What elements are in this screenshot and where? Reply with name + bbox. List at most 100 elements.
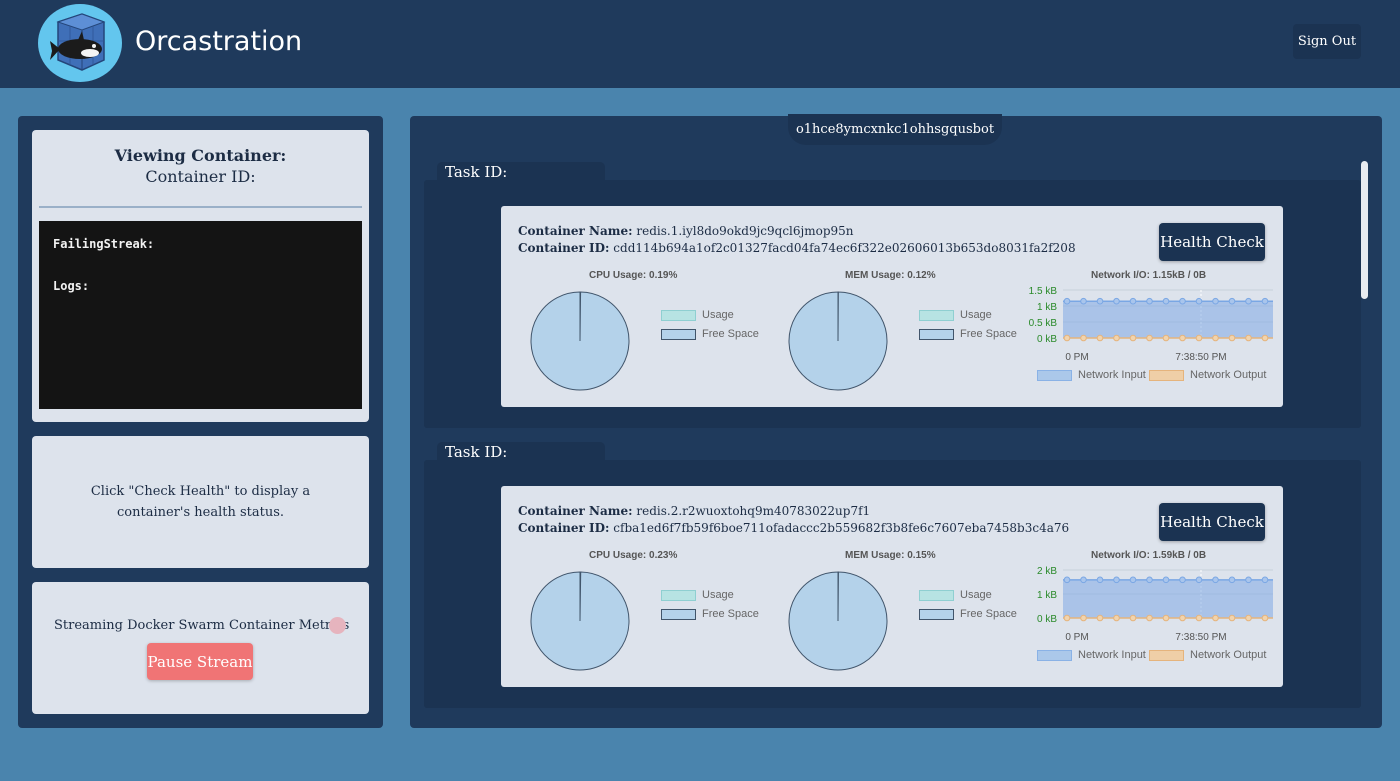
network-output-point [1063, 614, 1071, 622]
health-check-button[interactable]: Health Check [1159, 223, 1265, 261]
legend-network-input-label: Network Input [1078, 369, 1146, 381]
legend-network-output: Network Output [1149, 649, 1266, 661]
legend-swatch-free [919, 608, 954, 620]
viewing-container-card: Viewing Container: Container ID: Failing… [32, 130, 369, 422]
network-input-point [1212, 576, 1219, 584]
network-output-point [1228, 334, 1236, 342]
network-output-point [1195, 614, 1203, 622]
health-message: Click "Check Health" to display a contai… [90, 484, 311, 520]
task-panel: Container Name: redis.2.r2wuoxtohq9m4078… [424, 460, 1361, 708]
legend-usage-label: Usage [702, 589, 734, 601]
orca-logo-icon [38, 4, 122, 82]
network-input-point [1113, 297, 1120, 305]
terminal-line-logs: Logs: [53, 279, 90, 293]
network-input-point [1096, 297, 1104, 305]
legend-usage-label: Usage [960, 309, 992, 321]
container-id-value: cfba1ed6f7fb59f6boe711ofadaccc2b559682f3… [613, 521, 1070, 535]
network-input-area [1063, 579, 1273, 618]
y-tick-label: 1 kB [1037, 590, 1057, 601]
viewing-container-title: Viewing Container: [114, 146, 287, 165]
top-navbar: Orcastration Sign Out [0, 0, 1400, 88]
container-metrics-card: Container Name: redis.1.iyl8do9okd9jc9qc… [501, 206, 1283, 407]
stream-status-indicator [329, 617, 346, 634]
container-metrics-card: Container Name: redis.2.r2wuoxtohq9m4078… [501, 486, 1283, 687]
network-input-point [1129, 576, 1137, 584]
network-io-chart: 1.5 kB 1 kB 0.5 kB 0 kB 0 PM 7:38:50 PM [1029, 286, 1273, 363]
legend-network-input-label: Network Input [1078, 649, 1146, 661]
pie-slice-free-space [530, 291, 630, 391]
network-input-point [1146, 576, 1153, 584]
legend-usage: Usage [919, 309, 992, 321]
network-output-point [1113, 614, 1120, 622]
legend-network-output: Network Output [1149, 369, 1266, 381]
task-panel: Container Name: redis.1.iyl8do9okd9jc9qc… [424, 180, 1361, 428]
network-output-point [1129, 334, 1137, 342]
x-tick-label: 0 PM [1065, 632, 1088, 643]
network-input-point [1162, 297, 1170, 305]
health-check-button[interactable]: Health Check [1159, 503, 1265, 541]
network-input-point [1245, 297, 1252, 305]
network-output-point [1245, 334, 1252, 342]
cpu-usage-title: CPU Usage: 0.23% [589, 550, 678, 561]
y-tick-label: 0.5 kB [1029, 318, 1058, 329]
legend-free-space: Free Space [661, 608, 759, 620]
y-tick-label: 0 kB [1037, 334, 1057, 345]
network-input-point [1195, 297, 1203, 305]
stream-label: Streaming Docker Swarm Container Metrics [54, 618, 350, 633]
legend-swatch-free [661, 328, 696, 340]
container-name-value: redis.2.r2wuoxtohq9m40783022up7f1 [636, 504, 871, 518]
legend-usage: Usage [661, 589, 734, 601]
y-tick-label: 1.5 kB [1029, 286, 1058, 297]
network-output-point [1245, 614, 1252, 622]
y-tick-label: 0 kB [1037, 614, 1057, 625]
network-output-point [1162, 614, 1170, 622]
network-output-point [1096, 614, 1104, 622]
container-id-label: Container ID: [518, 241, 610, 255]
legend-free-label: Free Space [702, 608, 759, 620]
legend-network-input: Network Input [1037, 649, 1146, 661]
network-output-point [1195, 334, 1203, 342]
network-input-point [1245, 576, 1252, 584]
legend-swatch-usage [661, 309, 696, 321]
network-input-point [1113, 576, 1120, 584]
network-output-point [1096, 334, 1104, 342]
mem-usage-title: MEM Usage: 0.15% [845, 550, 936, 561]
sign-out-button[interactable]: Sign Out [1293, 24, 1361, 59]
container-name-line: Container Name: redis.1.iyl8do9okd9jc9qc… [518, 224, 854, 238]
x-tick-label: 7:38:50 PM [1175, 632, 1226, 643]
container-id-line: Container ID: cfba1ed6f7fb59f6boe711ofad… [518, 521, 1069, 535]
network-input-point [1096, 576, 1104, 584]
legend-usage: Usage [919, 589, 992, 601]
legend-swatch-network-output [1149, 649, 1184, 661]
divider [39, 206, 362, 208]
network-output-point [1146, 614, 1153, 622]
container-name-label: Container Name: [518, 224, 633, 238]
legend-swatch-network-input [1037, 369, 1072, 381]
legend-swatch-usage [919, 309, 954, 321]
pause-stream-button[interactable]: Pause Stream [147, 643, 253, 680]
network-output-point [1179, 334, 1186, 342]
network-input-point [1261, 297, 1269, 305]
pie-slice-free-space [530, 571, 630, 671]
legend-usage-label: Usage [702, 309, 734, 321]
legend-swatch-usage [661, 589, 696, 601]
scrollbar-thumb[interactable] [1361, 161, 1368, 299]
network-input-point [1080, 576, 1087, 584]
network-output-point [1080, 334, 1087, 342]
node-id-tab[interactable]: o1hce8ymcxnkc1ohhsgqusbot [788, 114, 1002, 145]
legend-swatch-usage [919, 589, 954, 601]
pie-slice-free-space [788, 571, 888, 671]
container-id-value: cdd114b694a1of2c01327facd04fa74ec6f322e0… [613, 241, 1076, 255]
network-input-point [1146, 297, 1153, 305]
logs-terminal: FailingStreak: Logs: [39, 221, 362, 409]
network-input-point [1212, 297, 1219, 305]
legend-free-label: Free Space [960, 608, 1017, 620]
y-tick-label: 2 kB [1037, 566, 1057, 577]
network-input-point [1228, 297, 1236, 305]
mem-pie-chart [788, 291, 888, 391]
container-id-label: Container ID: [518, 521, 610, 535]
network-output-point [1228, 614, 1236, 622]
mem-pie-chart [788, 571, 888, 671]
network-output-point [1146, 334, 1153, 342]
